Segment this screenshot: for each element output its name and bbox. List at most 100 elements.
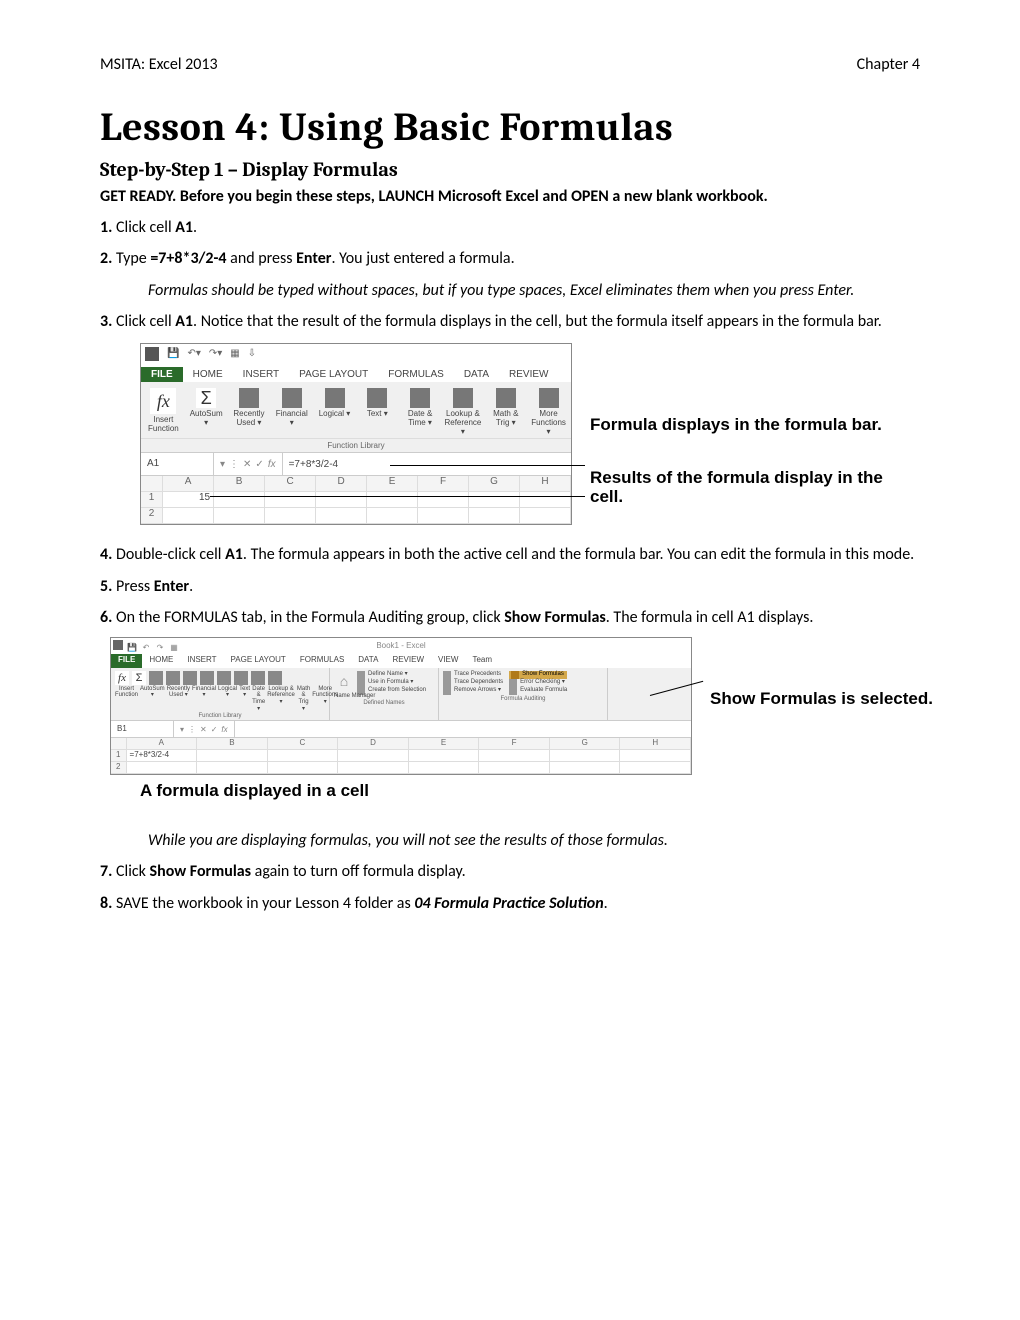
sigma-icon[interactable]: Σ: [132, 671, 146, 685]
trace-precedents-button[interactable]: Trace Precedents: [443, 671, 503, 679]
cell[interactable]: [268, 750, 339, 762]
col-header[interactable]: E: [367, 476, 418, 492]
show-formulas-button[interactable]: Show Formulas: [509, 671, 567, 679]
cell[interactable]: [214, 492, 265, 508]
col-header[interactable]: D: [316, 476, 367, 492]
cell[interactable]: [265, 492, 316, 508]
tab-review[interactable]: REVIEW: [499, 367, 558, 382]
col-header[interactable]: C: [265, 476, 316, 492]
col-header[interactable]: E: [409, 738, 480, 750]
cell[interactable]: [367, 492, 418, 508]
question-icon[interactable]: [183, 671, 197, 685]
col-header[interactable]: F: [418, 476, 469, 492]
recently-used-button[interactable]: Recently Used ▾: [231, 388, 268, 436]
trace-dependents-button[interactable]: Trace Dependents: [443, 679, 503, 687]
tab-file[interactable]: FILE: [111, 654, 142, 668]
cell[interactable]: [469, 508, 520, 524]
formula-content[interactable]: =7+8*3/2-4: [283, 459, 345, 470]
logical-button[interactable]: Logical ▾: [316, 388, 353, 436]
remove-arrows-button[interactable]: Remove Arrows ▾: [443, 687, 503, 695]
cell[interactable]: [265, 508, 316, 524]
cell[interactable]: [520, 508, 571, 524]
cell[interactable]: [418, 508, 469, 524]
clock-icon[interactable]: [217, 671, 231, 685]
fx-icon[interactable]: fx: [268, 459, 276, 470]
text-button[interactable]: Text ▾: [359, 388, 396, 436]
tab-page-layout[interactable]: PAGE LAYOUT: [289, 367, 378, 382]
cell[interactable]: [469, 492, 520, 508]
tab-formulas[interactable]: FORMULAS: [293, 654, 351, 668]
col-header[interactable]: C: [268, 738, 339, 750]
cell[interactable]: [338, 750, 409, 762]
text-a-icon[interactable]: [200, 671, 214, 685]
tab-formulas[interactable]: FORMULAS: [378, 367, 454, 382]
financial-button[interactable]: Financial ▾: [273, 388, 310, 436]
cell[interactable]: [268, 762, 339, 774]
cell[interactable]: [409, 762, 480, 774]
select-all-corner[interactable]: [111, 738, 127, 750]
insert-function-button[interactable]: fxInsert Function: [145, 388, 182, 436]
cell[interactable]: [127, 762, 198, 774]
cell[interactable]: [620, 762, 691, 774]
error-checking-button[interactable]: Error Checking ▾: [509, 679, 567, 687]
cell[interactable]: [479, 750, 550, 762]
dropdown-icon[interactable]: ▾: [220, 459, 225, 470]
tab-team[interactable]: Team: [465, 654, 499, 668]
col-header[interactable]: A: [163, 476, 214, 492]
tab-home[interactable]: HOME: [183, 367, 233, 382]
cell[interactable]: [418, 492, 469, 508]
cell[interactable]: [550, 762, 621, 774]
theta-icon[interactable]: [251, 671, 265, 685]
cell[interactable]: [214, 508, 265, 524]
select-all-corner[interactable]: [141, 476, 163, 492]
col-header[interactable]: A: [127, 738, 198, 750]
star-icon[interactable]: [149, 671, 163, 685]
money-icon[interactable]: [166, 671, 180, 685]
cell[interactable]: [316, 492, 367, 508]
dropdown-icon[interactable]: ▾: [180, 725, 184, 734]
datetime-button[interactable]: Date & Time ▾: [402, 388, 439, 436]
tab-insert[interactable]: INSERT: [233, 367, 290, 382]
row-header[interactable]: 2: [111, 762, 127, 774]
use-in-formula-button[interactable]: Use in Formula ▾: [357, 679, 434, 687]
tab-page-layout[interactable]: PAGE LAYOUT: [224, 654, 293, 668]
tab-file[interactable]: FILE: [141, 367, 183, 382]
col-header[interactable]: D: [338, 738, 409, 750]
cell-a1[interactable]: =7+8*3/2-4: [127, 750, 198, 762]
define-name-button[interactable]: Define Name ▾: [357, 671, 434, 679]
col-header[interactable]: B: [214, 476, 265, 492]
col-header[interactable]: H: [520, 476, 571, 492]
row-header[interactable]: 1: [111, 750, 127, 762]
enter-icon[interactable]: ✓: [211, 725, 218, 734]
tab-review[interactable]: REVIEW: [385, 654, 431, 668]
cell[interactable]: [197, 750, 268, 762]
cell[interactable]: [620, 750, 691, 762]
col-header[interactable]: H: [620, 738, 691, 750]
dots-icon[interactable]: [268, 671, 282, 685]
col-header[interactable]: B: [197, 738, 268, 750]
col-header[interactable]: F: [479, 738, 550, 750]
cell[interactable]: [163, 508, 214, 524]
name-manager-icon[interactable]: ⌂: [334, 671, 354, 691]
cell[interactable]: [479, 762, 550, 774]
name-box[interactable]: A1: [141, 453, 214, 475]
col-header[interactable]: G: [469, 476, 520, 492]
row-header[interactable]: 1: [141, 492, 163, 508]
evaluate-formula-button[interactable]: Evaluate Formula: [509, 687, 567, 695]
cell[interactable]: [367, 508, 418, 524]
cell[interactable]: [316, 508, 367, 524]
cell[interactable]: [520, 492, 571, 508]
tab-data[interactable]: DATA: [454, 367, 499, 382]
search-icon[interactable]: [234, 671, 248, 685]
tab-view[interactable]: VIEW: [431, 654, 465, 668]
tab-insert[interactable]: INSERT: [180, 654, 223, 668]
cell[interactable]: [338, 762, 409, 774]
fx-icon[interactable]: fx: [221, 725, 227, 734]
lookup-button[interactable]: Lookup & Reference ▾: [444, 388, 481, 436]
cancel-icon[interactable]: ✕: [200, 725, 207, 734]
cell[interactable]: [197, 762, 268, 774]
more-functions-button[interactable]: More Functions ▾: [530, 388, 567, 436]
autosum-button[interactable]: ΣAutoSum ▾: [188, 388, 225, 436]
cell[interactable]: [550, 750, 621, 762]
tab-home[interactable]: HOME: [142, 654, 180, 668]
